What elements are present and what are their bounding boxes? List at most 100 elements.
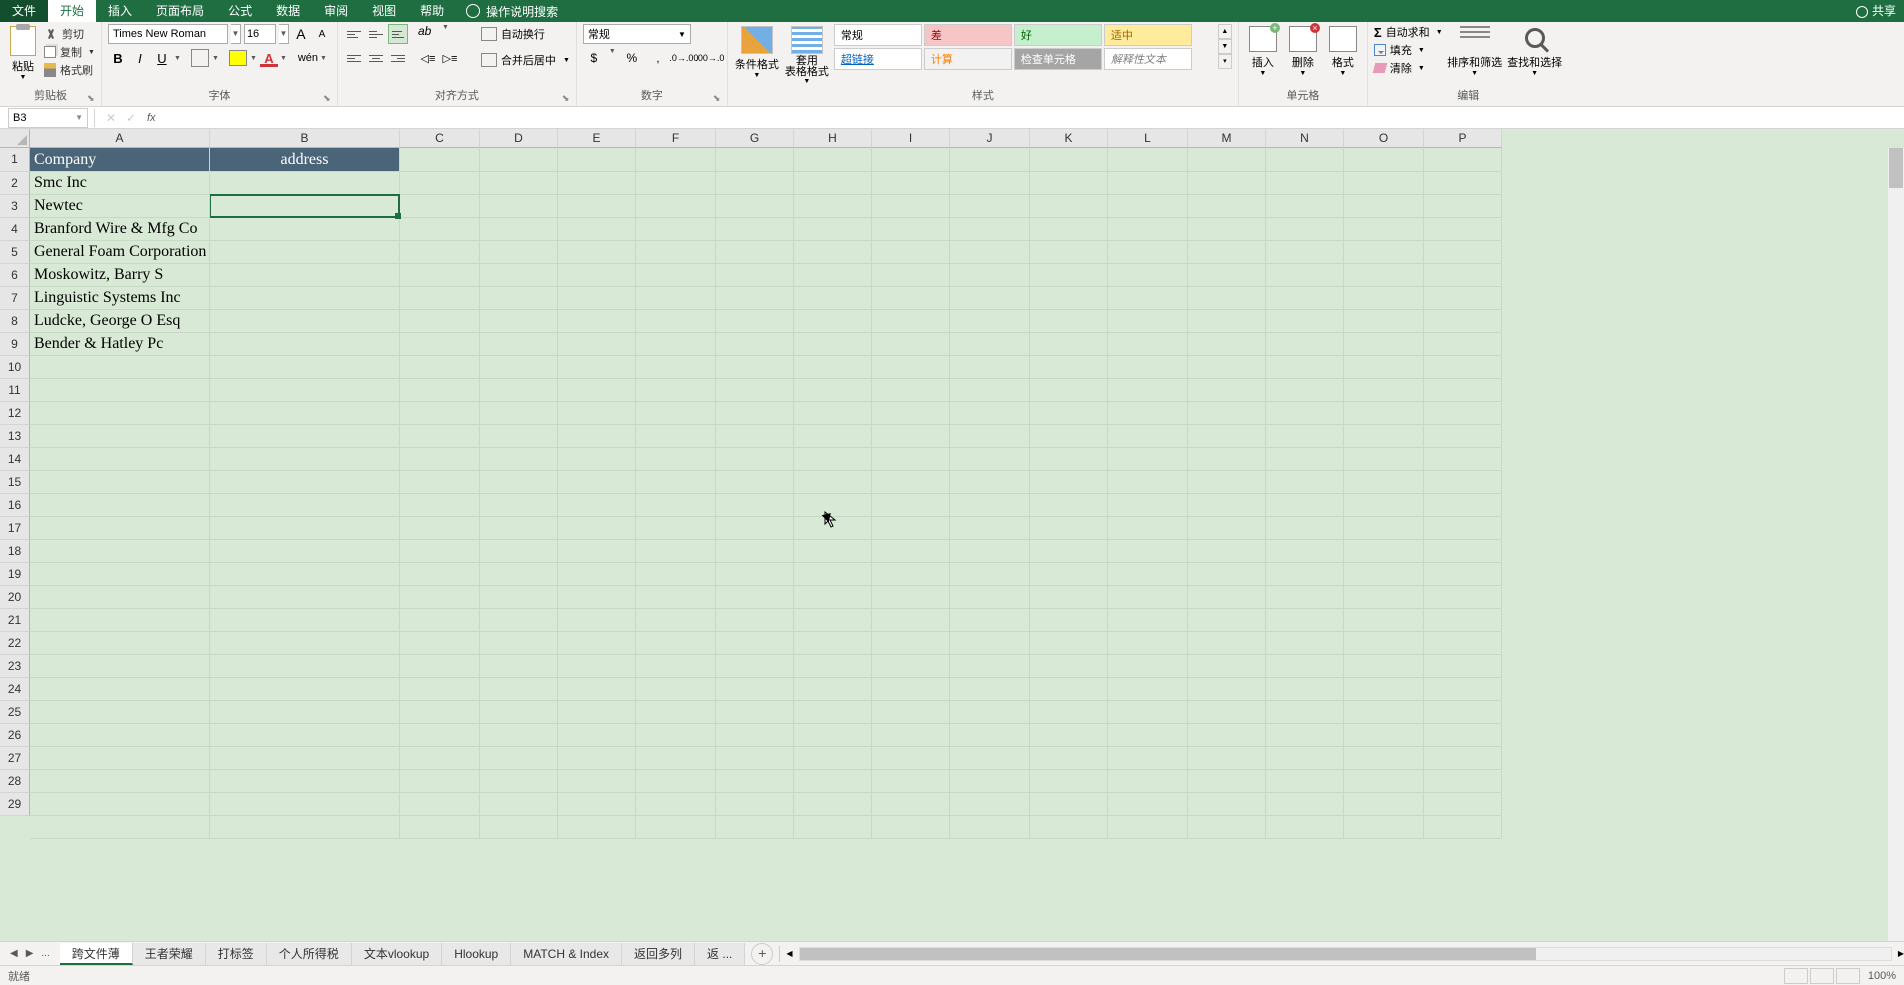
cell[interactable] (210, 747, 400, 770)
cell[interactable] (480, 195, 558, 218)
cell[interactable] (636, 218, 716, 241)
percent-button[interactable]: % (621, 48, 643, 68)
cell[interactable] (558, 540, 636, 563)
cell[interactable] (1188, 471, 1266, 494)
cell[interactable]: Linguistic Systems Inc (30, 287, 210, 310)
cell[interactable] (716, 540, 794, 563)
cell[interactable] (1030, 241, 1108, 264)
cell[interactable] (1108, 724, 1188, 747)
cell[interactable] (872, 494, 950, 517)
cells-area[interactable]: CompanyaddressSmc IncNewtecBranford Wire… (30, 148, 1888, 941)
accounting-dropdown[interactable]: ▼ (609, 48, 617, 68)
cell[interactable] (1266, 218, 1344, 241)
style-cell[interactable]: 差 (924, 24, 1012, 46)
cell[interactable] (1424, 701, 1502, 724)
tab-scroll-left[interactable]: ◀ (786, 949, 792, 958)
cell[interactable] (1108, 264, 1188, 287)
cell[interactable] (950, 379, 1030, 402)
cell[interactable] (794, 816, 872, 839)
cell[interactable] (872, 701, 950, 724)
cell[interactable] (480, 793, 558, 816)
format-as-table-button[interactable]: 套用 表格格式 ▼ (784, 24, 830, 85)
cell[interactable]: Moskowitz, Barry S (30, 264, 210, 287)
column-header[interactable]: M (1188, 129, 1266, 148)
cell[interactable] (1188, 379, 1266, 402)
cell[interactable] (400, 264, 480, 287)
cell[interactable] (1344, 148, 1424, 172)
cell[interactable] (1344, 333, 1424, 356)
cell[interactable] (210, 517, 400, 540)
row-header[interactable]: 28 (0, 770, 30, 793)
cell[interactable] (558, 287, 636, 310)
cell[interactable] (636, 540, 716, 563)
cell[interactable] (950, 540, 1030, 563)
gallery-up-icon[interactable]: ▲ (1218, 24, 1232, 39)
cell[interactable] (210, 218, 400, 241)
cell[interactable] (30, 793, 210, 816)
cell[interactable] (30, 701, 210, 724)
cell[interactable]: address (210, 148, 400, 172)
cell[interactable] (1030, 701, 1108, 724)
cell[interactable] (558, 563, 636, 586)
cell[interactable] (1344, 770, 1424, 793)
cell[interactable] (794, 448, 872, 471)
fill-button[interactable]: 填充▼ (1374, 42, 1443, 58)
dialog-launcher-icon[interactable]: ⬊ (87, 93, 97, 103)
font-name-dropdown[interactable]: ▼ (231, 24, 241, 44)
cell[interactable] (480, 310, 558, 333)
cell[interactable]: Ludcke, George O Esq (30, 310, 210, 333)
cell[interactable] (558, 494, 636, 517)
cell[interactable] (872, 195, 950, 218)
cell[interactable]: Bender & Hatley Pc (30, 333, 210, 356)
cell[interactable]: General Foam Corporation (30, 241, 210, 264)
align-top-button[interactable] (344, 24, 364, 44)
row-header[interactable]: 16 (0, 494, 30, 517)
cell[interactable] (1266, 724, 1344, 747)
column-header[interactable]: F (636, 129, 716, 148)
cell[interactable] (1266, 241, 1344, 264)
phonetic-button[interactable]: wén (298, 48, 318, 68)
cell[interactable] (30, 816, 210, 839)
cell[interactable] (558, 517, 636, 540)
cell[interactable] (794, 195, 872, 218)
column-header[interactable]: E (558, 129, 636, 148)
underline-dropdown[interactable]: ▼ (174, 55, 182, 62)
orientation-dropdown[interactable]: ▼ (442, 24, 450, 44)
cell[interactable] (480, 632, 558, 655)
cell[interactable] (480, 287, 558, 310)
cell[interactable] (210, 379, 400, 402)
style-cell[interactable]: 超链接 (834, 48, 922, 70)
cell[interactable] (1344, 563, 1424, 586)
cell[interactable] (794, 379, 872, 402)
cell[interactable] (558, 241, 636, 264)
cell[interactable] (636, 494, 716, 517)
cell[interactable] (636, 241, 716, 264)
cell[interactable] (794, 287, 872, 310)
tab-file[interactable]: 文件 (0, 0, 48, 22)
cell[interactable] (1344, 494, 1424, 517)
cell[interactable] (1266, 195, 1344, 218)
cell[interactable] (1108, 655, 1188, 678)
cell[interactable] (400, 333, 480, 356)
cell[interactable] (1108, 241, 1188, 264)
cell[interactable] (558, 356, 636, 379)
cell[interactable] (950, 356, 1030, 379)
cell[interactable] (1424, 471, 1502, 494)
cell[interactable] (794, 172, 872, 195)
tab-view[interactable]: 视图 (360, 0, 408, 22)
cell[interactable] (1030, 586, 1108, 609)
cell[interactable] (872, 563, 950, 586)
cell[interactable] (1108, 793, 1188, 816)
enter-formula-button[interactable]: ✓ (121, 111, 141, 125)
cell[interactable] (716, 701, 794, 724)
cell[interactable] (794, 724, 872, 747)
cell[interactable] (1108, 356, 1188, 379)
cell[interactable] (794, 632, 872, 655)
cell[interactable] (558, 632, 636, 655)
cell[interactable] (1030, 747, 1108, 770)
cell[interactable] (400, 195, 480, 218)
font-color-dropdown[interactable]: ▼ (280, 55, 288, 62)
cell[interactable] (950, 816, 1030, 839)
row-header[interactable]: 24 (0, 678, 30, 701)
cell[interactable] (1266, 448, 1344, 471)
